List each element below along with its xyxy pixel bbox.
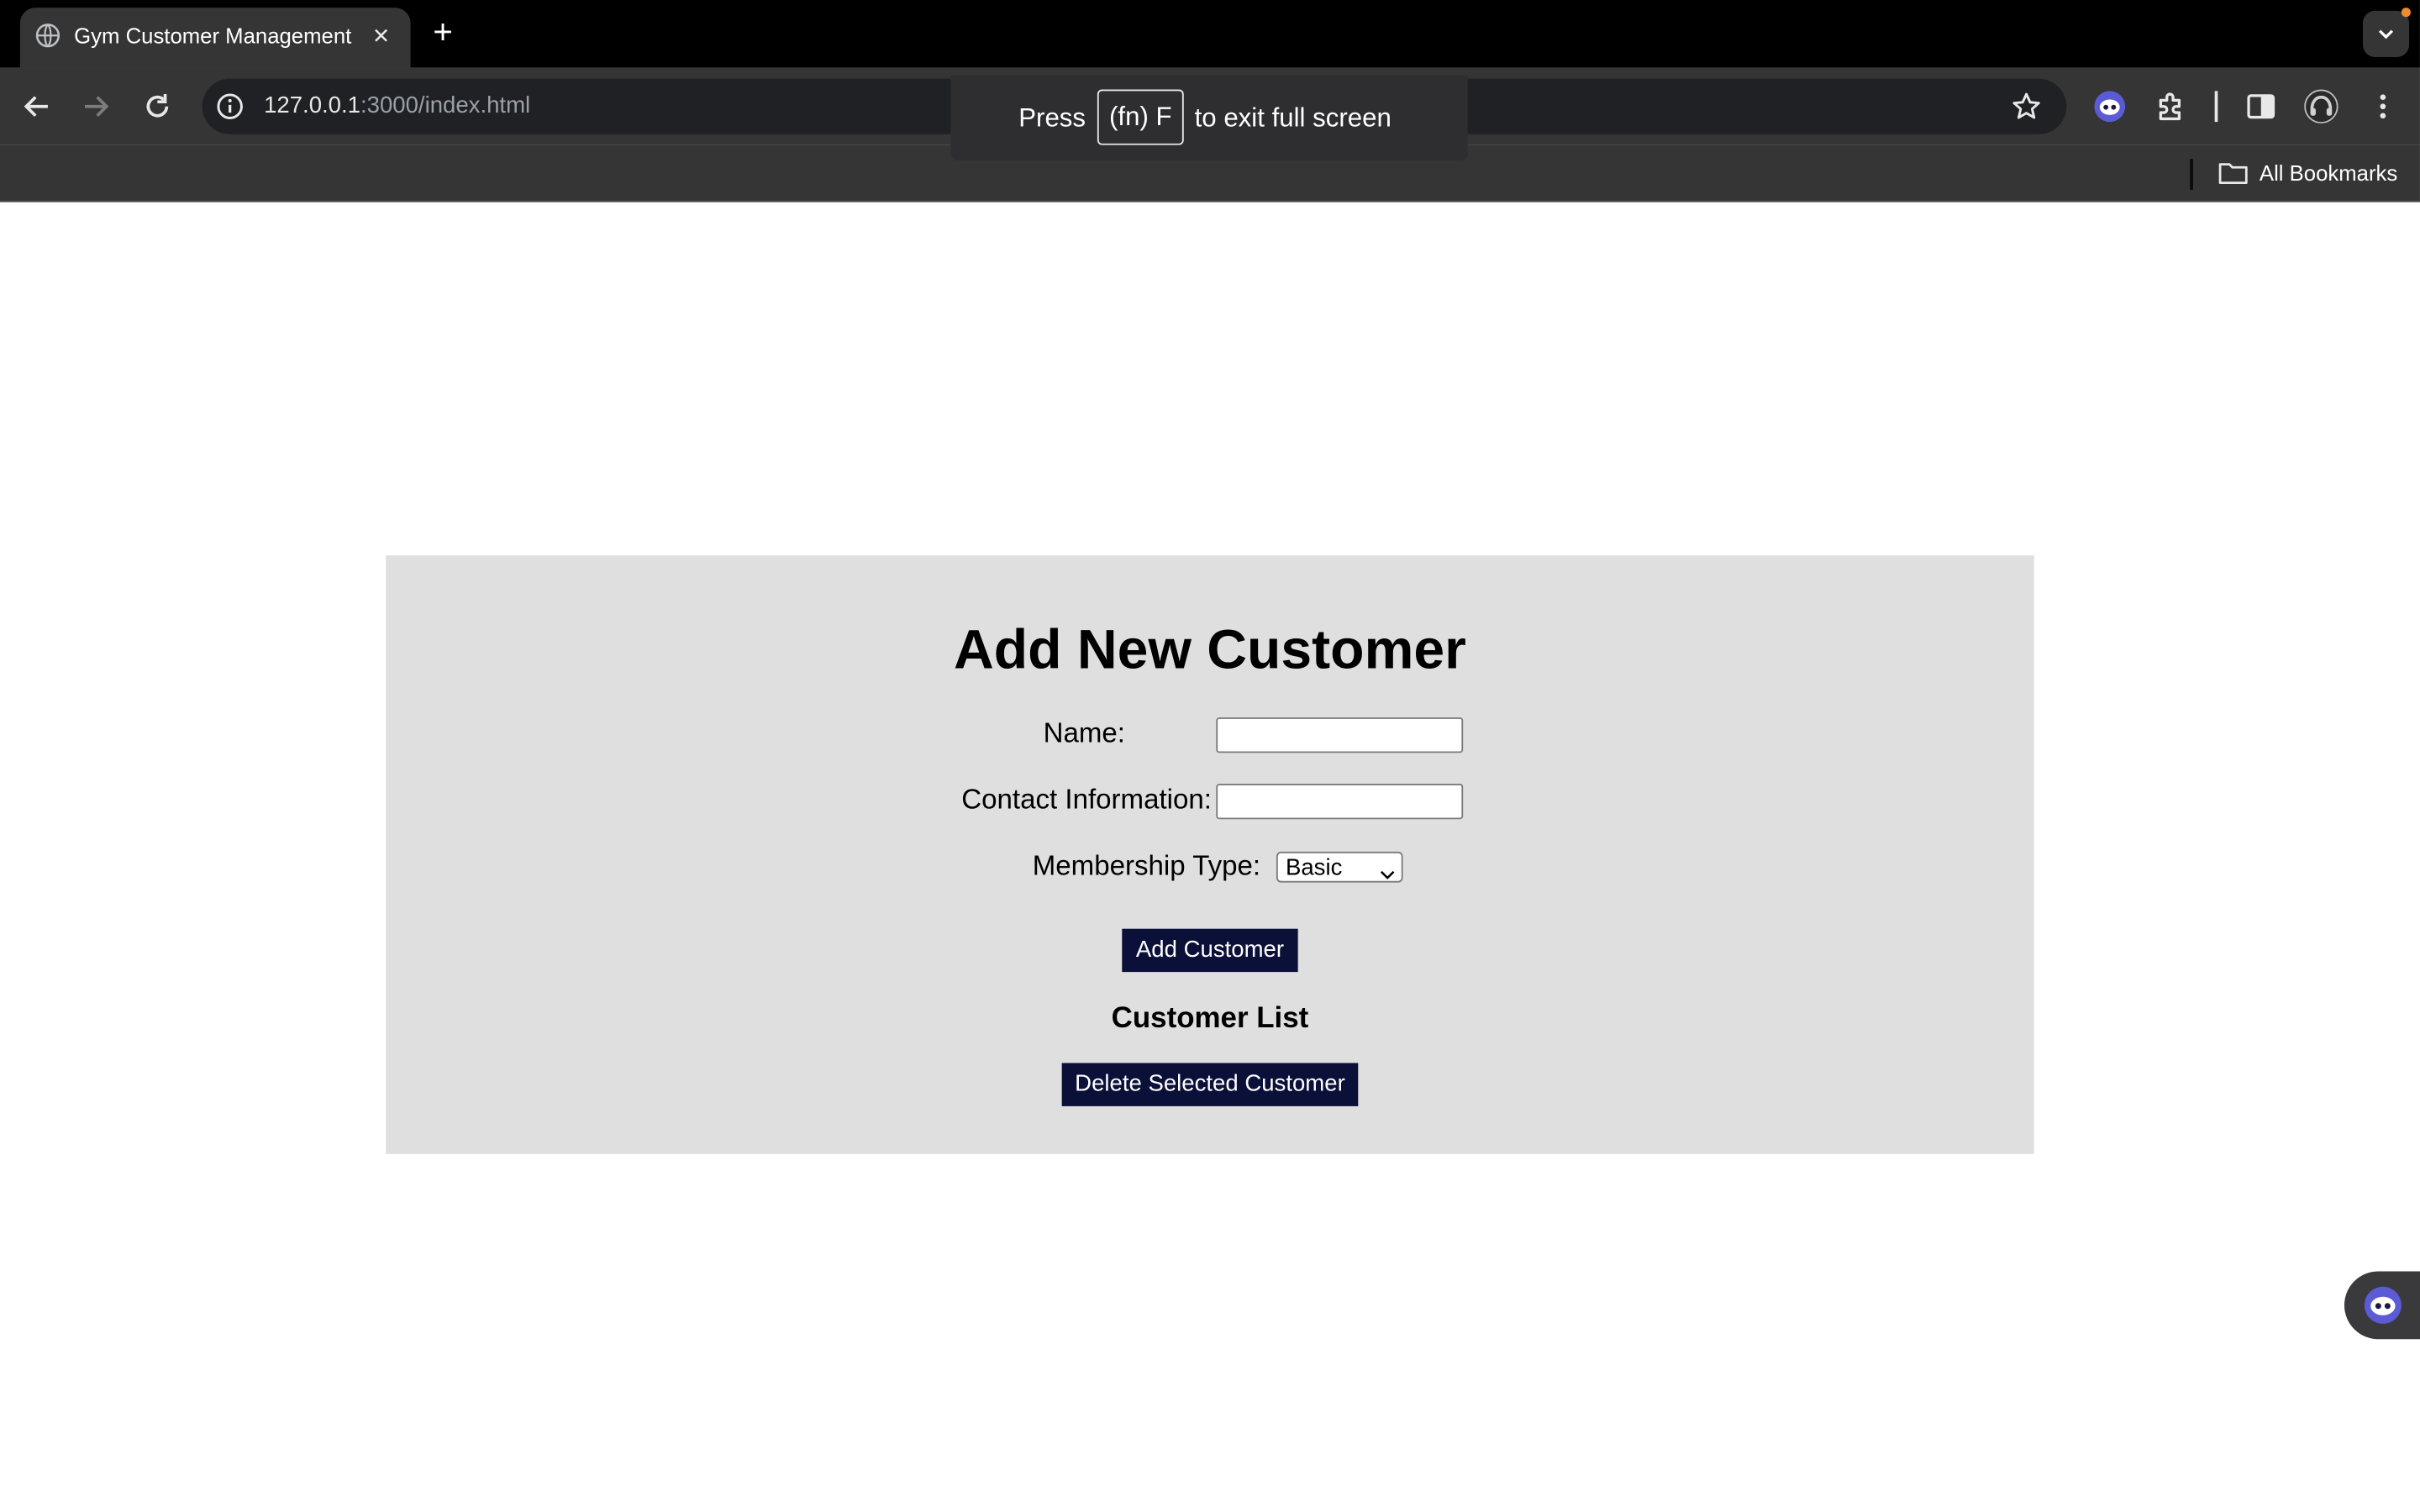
chevron-down-icon bbox=[1380, 861, 1395, 879]
reload-icon[interactable] bbox=[137, 87, 177, 127]
fullscreen-hint-text: to exit full screen bbox=[1194, 103, 1392, 133]
back-arrow-icon[interactable] bbox=[17, 87, 57, 127]
customer-form-panel: Add New Customer Name: Contact Informati… bbox=[386, 555, 2034, 1154]
profile-icon[interactable] bbox=[2302, 87, 2342, 127]
tab-title: Gym Customer Management bbox=[74, 23, 352, 48]
assistant-icon[interactable] bbox=[2090, 87, 2130, 127]
add-customer-button[interactable]: Add Customer bbox=[1122, 928, 1298, 973]
browser-tab-strip: Gym Customer Management ✕ + bbox=[0, 0, 2420, 68]
fullscreen-hint-press: Press bbox=[1018, 103, 1086, 133]
membership-select[interactable]: Basic bbox=[1276, 851, 1403, 883]
update-indicator bbox=[2401, 8, 2411, 18]
bookmarks-divider bbox=[2190, 159, 2193, 190]
toolbar-divider bbox=[2214, 91, 2218, 123]
chevron-down-icon[interactable] bbox=[2362, 10, 2410, 57]
extensions-icon[interactable] bbox=[2151, 87, 2191, 127]
contact-label: Contact Information: bbox=[961, 784, 1212, 815]
all-bookmarks-link[interactable]: All Bookmarks bbox=[2260, 160, 2397, 186]
contact-input[interactable] bbox=[1216, 784, 1464, 820]
info-icon[interactable] bbox=[216, 92, 244, 120]
url-text: 127.0.0.1:3000/index.html bbox=[264, 92, 530, 120]
browser-tab-active[interactable]: Gym Customer Management ✕ bbox=[19, 8, 411, 68]
assistant-icon bbox=[2364, 1286, 2402, 1324]
side-panel-icon[interactable] bbox=[2241, 87, 2281, 127]
forward-arrow-icon[interactable] bbox=[76, 87, 116, 127]
folder-icon bbox=[2217, 160, 2249, 185]
url-host: 127.0.0.1 bbox=[264, 92, 360, 119]
more-vert-icon[interactable] bbox=[2363, 87, 2403, 127]
membership-selected-value: Basic bbox=[1285, 854, 1343, 881]
customer-list-title: Customer List bbox=[1111, 1002, 1309, 1036]
delete-customer-button[interactable]: Delete Selected Customer bbox=[1061, 1063, 1359, 1106]
screen: Gym Customer Management ✕ + 127.0.0.1:30… bbox=[0, 0, 2420, 1512]
fullscreen-hint-key: (fn) F bbox=[1097, 89, 1184, 145]
fullscreen-hint: Press (fn) F to exit full screen bbox=[950, 75, 1468, 161]
name-input[interactable] bbox=[1216, 717, 1464, 753]
star-icon[interactable] bbox=[2011, 91, 2042, 122]
close-icon[interactable]: ✕ bbox=[367, 22, 395, 50]
plus-icon[interactable]: + bbox=[426, 14, 460, 49]
assistant-floating-button[interactable] bbox=[2344, 1271, 2420, 1340]
page-title: Add New Customer bbox=[954, 617, 1466, 680]
membership-label: Membership Type: bbox=[1032, 850, 1261, 881]
globe-icon bbox=[35, 24, 60, 48]
name-label: Name: bbox=[1043, 717, 1125, 748]
url-path: :3000/index.html bbox=[360, 92, 531, 119]
